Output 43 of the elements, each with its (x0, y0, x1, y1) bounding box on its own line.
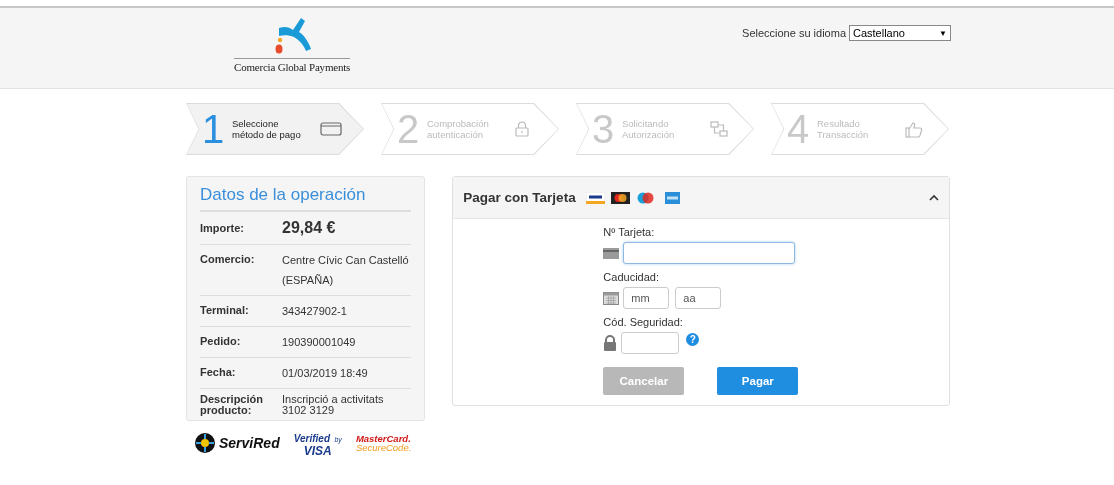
card-number-label: Nº Tarjeta: (603, 226, 655, 239)
mastercard-text: MasterCard. (355, 433, 412, 443)
field-value: 01/03/2019 18:49 (282, 366, 368, 381)
card-icon (603, 247, 620, 259)
field-value: 29,84 € (282, 218, 336, 238)
field-value: 343427902-1 (282, 304, 347, 319)
field-label: Terminal: (200, 303, 250, 318)
visa-text: VISA (303, 445, 332, 457)
operation-title: Datos de la operación (200, 185, 412, 212)
network-icon (710, 121, 728, 137)
field-label: Comercio: (200, 252, 256, 267)
pay-button[interactable]: Pagar (717, 367, 799, 395)
panel-title: Pagar con Tarjeta (463, 190, 576, 205)
language-label: Seleccione su idioma (742, 27, 846, 39)
field-label: Importe: (200, 220, 245, 236)
month-field[interactable]: mm (623, 287, 670, 309)
securecode-text: SecureCode. (355, 443, 412, 453)
card-icon (320, 122, 342, 136)
visa-card-icon (585, 191, 605, 204)
thumbs-up-icon (905, 120, 923, 138)
servired-emblem-icon (194, 432, 216, 454)
mastercard-icon (610, 191, 630, 204)
field-value: Centre Cívic Can Castelló (ESPAÑA) (282, 253, 409, 288)
help-icon[interactable]: ? (686, 333, 700, 346)
lock-icon (515, 121, 529, 137)
field-label: Pedido: (200, 334, 242, 349)
verified-text: Verified (293, 433, 330, 444)
field-value: 190390001049 (282, 335, 356, 350)
calendar-icon (603, 291, 620, 305)
logo-text: Comercia Global Payments (234, 58, 351, 73)
field-value: Inscripció a activitats 3102 3129 (282, 394, 384, 416)
security-code-label: Cód. Seguridad: (603, 316, 683, 329)
expiry-label: Caducidad: (603, 271, 659, 284)
servired-text: ServiRed (219, 435, 280, 451)
security-code-field[interactable] (621, 332, 680, 354)
field-label: Fecha: (200, 365, 237, 380)
padlock-icon (603, 335, 618, 351)
year-field[interactable]: aa (675, 287, 722, 309)
language-select[interactable]: Castellano ▼ (849, 25, 951, 41)
chevron-up-icon[interactable] (929, 194, 939, 201)
field-label: Descripción producto: (200, 394, 264, 416)
card-number-field[interactable] (623, 242, 796, 264)
maestro-card-icon (635, 191, 655, 204)
